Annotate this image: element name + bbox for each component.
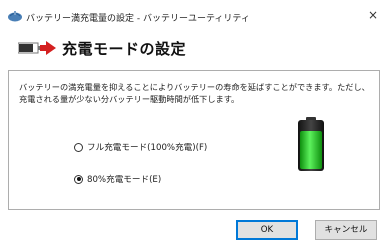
footer: OK キャンセル	[0, 212, 390, 244]
header: 充電モードの設定	[0, 30, 390, 64]
full-charge-label: フル充電モード(100%充電)(F)	[87, 143, 208, 153]
window-title: バッテリー満充電量の設定 - バッテリーユーティリティ	[26, 14, 250, 24]
cancel-button[interactable]: キャンセル	[315, 220, 377, 240]
page-title: 充電モードの設定	[62, 40, 187, 58]
title-bar: バッテリー満充電量の設定 - バッテリーユーティリティ ×	[0, 0, 390, 30]
radio-button-selected[interactable]	[74, 174, 83, 184]
charge-plug-icon	[18, 41, 56, 55]
eighty-percent-label: 80%充電モード(E)	[87, 175, 162, 185]
radio-button[interactable]	[74, 142, 83, 152]
battery-icon	[298, 117, 324, 171]
close-button[interactable]: ×	[356, 0, 390, 30]
ok-button[interactable]: OK	[236, 220, 298, 240]
description-text: バッテリーの満充電量を抑えることによりバッテリーの寿命を延ばすことができます。た…	[19, 82, 370, 104]
battery-utility-icon	[8, 11, 22, 22]
eighty-percent-radio-option[interactable]: 80%充電モード(E)	[74, 173, 161, 185]
settings-panel: バッテリーの満充電量を抑えることによりバッテリーの寿命を延ばすことができます。た…	[8, 70, 380, 210]
full-charge-radio-option[interactable]: フル充電モード(100%充電)(F)	[74, 141, 207, 153]
